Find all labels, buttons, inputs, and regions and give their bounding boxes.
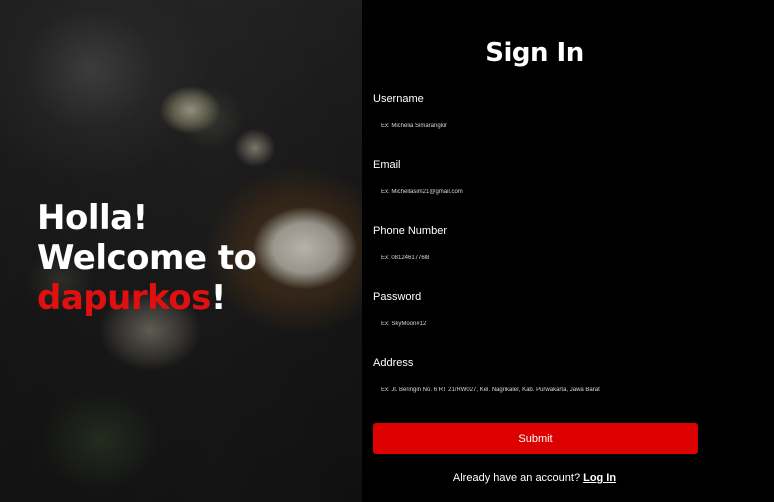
hero-exclamation: ! bbox=[210, 278, 227, 318]
address-label: Address bbox=[373, 357, 414, 369]
submit-button[interactable]: Submit bbox=[373, 423, 698, 454]
hero-welcome: Welcome to bbox=[37, 238, 257, 278]
login-prompt-text: Already have an account? bbox=[452, 472, 581, 484]
password-input[interactable] bbox=[373, 313, 698, 335]
hero-brand-line: dapurkos! bbox=[37, 278, 256, 318]
hero-heading: Holla! Welcome to dapurkos! bbox=[37, 198, 257, 318]
password-label: Password bbox=[373, 291, 422, 303]
brand-name: dapurkos bbox=[37, 278, 211, 318]
phone-label: Phone Number bbox=[373, 225, 447, 237]
page-title: Sign In bbox=[485, 38, 584, 68]
address-input[interactable] bbox=[373, 379, 698, 401]
login-prompt: Already have an account? Log In bbox=[362, 472, 707, 484]
login-link[interactable]: Log In bbox=[583, 472, 616, 484]
phone-input[interactable] bbox=[373, 247, 698, 269]
email-label: Email bbox=[373, 159, 401, 171]
email-input[interactable] bbox=[373, 181, 698, 203]
hero-food-image: Holla! Welcome to dapurkos! bbox=[0, 0, 362, 502]
hero-greeting: Holla! bbox=[37, 198, 148, 238]
username-input[interactable] bbox=[373, 115, 698, 137]
username-label: Username bbox=[373, 93, 424, 105]
signin-form: Sign In Username Email Phone Number Pass… bbox=[362, 0, 774, 502]
